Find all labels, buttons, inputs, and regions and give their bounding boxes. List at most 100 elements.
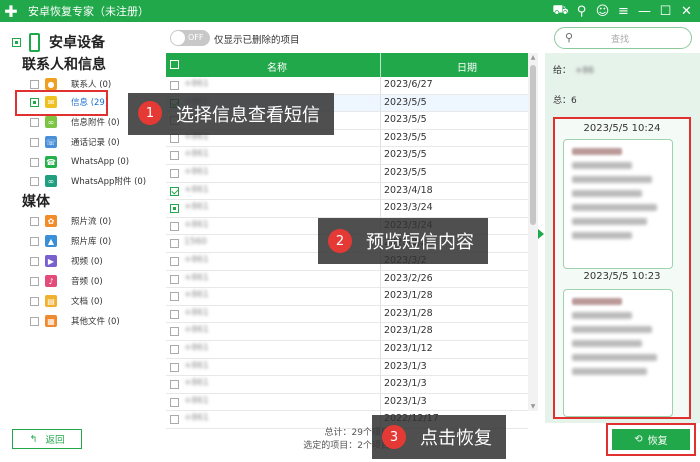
chat-icon[interactable]: ☺: [593, 1, 612, 21]
row-checkbox[interactable]: [170, 221, 179, 231]
row-checkbox[interactable]: [170, 415, 179, 425]
table-row[interactable]: +861 2023/1/28: [166, 323, 528, 341]
device-checkbox[interactable]: [12, 37, 21, 47]
row-checkbox[interactable]: [170, 239, 179, 249]
sidebar-item-other-files[interactable]: ▦ 其他文件 (0): [30, 312, 120, 330]
sidebar-item-photo-library[interactable]: ▲ 照片库 (0): [30, 232, 111, 250]
column-header-name[interactable]: 名称: [256, 59, 298, 74]
message-line: [572, 218, 647, 225]
row-phone-number: +861: [184, 378, 209, 389]
table-row[interactable]: +861 2023/5/5: [166, 147, 528, 165]
table-row[interactable]: +861 2023/1/28: [166, 288, 528, 306]
key-icon[interactable]: ⚲: [572, 1, 591, 21]
row-checkbox[interactable]: [170, 133, 179, 143]
other-files-icon: ▦: [45, 315, 57, 327]
item-checkbox[interactable]: [30, 216, 39, 226]
callout-text: 点击恢复: [420, 428, 492, 449]
row-date: 2023/3/24: [384, 202, 433, 214]
messages-highlight-box: [15, 90, 108, 116]
item-checkbox[interactable]: [30, 157, 39, 167]
row-checkbox[interactable]: [170, 256, 179, 266]
table-row[interactable]: +861 2023/5/5: [166, 164, 528, 183]
cart-icon[interactable]: ⛟: [551, 1, 570, 21]
message-line: [572, 204, 657, 211]
sidebar-item-call-log[interactable]: ☏ 通话记录 (0): [30, 133, 120, 151]
table-row[interactable]: +861 2023/1/3: [166, 376, 528, 394]
callout-text: 预览短信内容: [366, 232, 474, 253]
column-divider: [380, 305, 381, 323]
row-phone-number: +861: [184, 360, 209, 371]
item-checkbox[interactable]: [30, 236, 39, 246]
row-date: 2023/5/5: [384, 166, 427, 178]
table-row[interactable]: +861 2023/1/3: [166, 358, 528, 377]
preview-scrollbar[interactable]: [689, 179, 691, 269]
row-phone-number: +861: [184, 166, 209, 177]
back-button[interactable]: ↰ 返回: [12, 429, 82, 449]
table-row[interactable]: +861 2023/1/12: [166, 340, 528, 359]
item-checkbox[interactable]: [30, 79, 39, 89]
column-header-date[interactable]: 日期: [406, 59, 528, 74]
table-row[interactable]: +861 2023/3/24: [166, 200, 528, 218]
row-phone-number: +861: [184, 342, 209, 353]
item-checkbox[interactable]: [30, 296, 39, 306]
row-checkbox[interactable]: [170, 309, 179, 319]
deleted-only-toggle[interactable]: OFF: [170, 30, 210, 46]
item-checkbox[interactable]: [30, 256, 39, 266]
row-checkbox[interactable]: [170, 168, 179, 178]
row-checkbox[interactable]: [170, 274, 179, 284]
table-row[interactable]: +861 2023/6/27: [166, 77, 528, 95]
table-scrollbar[interactable]: ▲ ▼: [528, 53, 538, 411]
sidebar-item-whatsapp-attachments[interactable]: ∞ WhatsApp附件 (0): [30, 172, 146, 190]
sidebar-item-video[interactable]: ▶ 视频 (0): [30, 252, 103, 270]
recover-button[interactable]: ⟲ 恢复: [612, 429, 690, 450]
column-divider: [380, 340, 381, 358]
title-bar: ✚ 安卓恢复专家（未注册） ⛟ ⚲ ☺ ≡ — ☐ ✕: [0, 0, 700, 22]
row-checkbox[interactable]: [170, 397, 179, 407]
row-checkbox[interactable]: [170, 292, 179, 302]
item-checkbox[interactable]: [30, 176, 39, 186]
sidebar-item-whatsapp[interactable]: ☎ WhatsApp (0): [30, 153, 129, 171]
close-icon[interactable]: ✕: [677, 1, 696, 21]
sidebar-item-photo-stream[interactable]: ✿ 照片流 (0): [30, 212, 111, 230]
row-date: 2023/5/5: [384, 114, 427, 126]
item-checkbox[interactable]: [30, 276, 39, 286]
scroll-down-icon[interactable]: ▼: [528, 403, 538, 410]
table-row[interactable]: +861 2023/1/28: [166, 305, 528, 324]
row-date: 2023/1/28: [384, 290, 433, 302]
audio-icon: ♪: [45, 275, 57, 287]
contacts-icon: ●: [45, 78, 57, 90]
scroll-up-icon[interactable]: ▲: [528, 54, 538, 61]
row-date: 2023/5/5: [384, 96, 427, 108]
maximize-icon[interactable]: ☐: [656, 1, 675, 21]
message-line: [572, 232, 632, 239]
row-date: 2023/6/27: [384, 79, 433, 90]
row-checkbox[interactable]: [170, 362, 179, 372]
item-checkbox[interactable]: [30, 137, 39, 147]
device-label: 安卓设备: [49, 35, 105, 51]
row-checkbox[interactable]: [170, 151, 179, 161]
sidebar-item-documents[interactable]: ▤ 文档 (0): [30, 292, 103, 310]
table-row[interactable]: +861 2023/4/18: [166, 182, 528, 201]
table-row[interactable]: +861 2023/2/26: [166, 270, 528, 289]
select-all-checkbox[interactable]: [170, 60, 179, 69]
row-checkbox[interactable]: [170, 380, 179, 390]
sidebar-item-label: 照片库 (0): [71, 237, 112, 247]
item-checkbox[interactable]: [30, 117, 39, 127]
scroll-thumb[interactable]: [530, 65, 536, 225]
sidebar-item-audio[interactable]: ♪ 音频 (0): [30, 272, 103, 290]
row-checkbox[interactable]: [170, 327, 179, 337]
column-divider: [380, 376, 381, 393]
menu-icon[interactable]: ≡: [614, 1, 633, 21]
message-line: [572, 368, 647, 375]
row-checkbox[interactable]: [170, 344, 179, 354]
recipient-value: +86: [575, 66, 595, 76]
search-input[interactable]: ⚲ 查找: [554, 27, 692, 49]
row-checkbox[interactable]: [170, 81, 179, 90]
table-row[interactable]: +861 2023/1/3: [166, 393, 528, 412]
row-checkbox[interactable]: [170, 204, 179, 214]
item-checkbox[interactable]: [30, 316, 39, 326]
minimize-icon[interactable]: —: [635, 1, 654, 21]
row-checkbox[interactable]: [170, 186, 179, 196]
toggle-state-label: OFF: [188, 33, 204, 42]
device-row[interactable]: 安卓设备: [12, 32, 105, 52]
